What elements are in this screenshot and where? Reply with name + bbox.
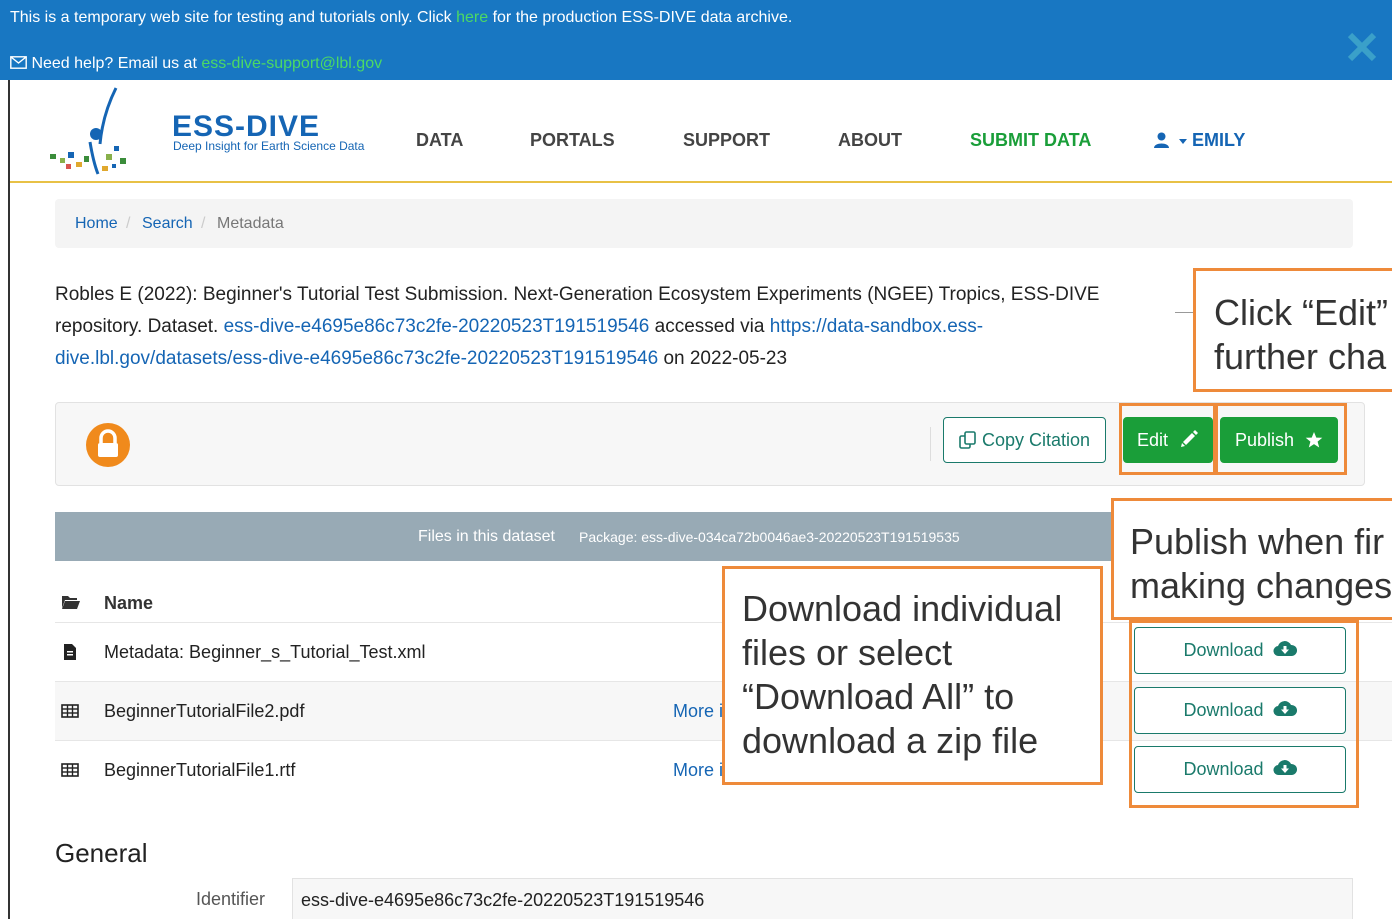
site-header: ESS-DIVE Deep Insight for Earth Science … (10, 80, 1392, 183)
identifier-field[interactable]: ess-dive-e4695e86c73c2fe-20220523T191519… (292, 878, 1353, 919)
callout-pointer (1175, 312, 1195, 313)
breadcrumb-current: Metadata (217, 215, 284, 232)
breadcrumb: Home / Search / Metadata (55, 199, 1353, 248)
file-name: Metadata: Beginner_s_Tutorial_Test.xml (104, 642, 426, 662)
edit-callout: Click “Edit” further cha (1193, 268, 1392, 392)
ess-dive-logo[interactable]: ESS-DIVE Deep Insight for Earth Science … (46, 84, 366, 180)
more-info-link[interactable]: More i (673, 701, 723, 722)
banner-help: Need help? Email us at ess-dive-support@… (10, 55, 382, 73)
copy-icon (959, 431, 976, 449)
identifier-label: Identifier (196, 889, 266, 909)
download-highlight (1129, 620, 1359, 808)
table-icon (61, 704, 79, 718)
support-email-link[interactable]: ess-dive-support@lbl.gov (201, 55, 382, 72)
file-name: BeginnerTutorialFile1.rtf (104, 760, 296, 780)
publish-callout: Publish when fir making changes (1111, 498, 1392, 620)
banner-notice: This is a temporary web site for testing… (10, 9, 793, 26)
user-icon (1154, 132, 1169, 148)
toolbar-divider (930, 427, 931, 461)
package-id: Package: ess-dive-034ca72b0046ae3-202205… (579, 529, 960, 545)
lock-icon (86, 423, 130, 467)
edit-highlight (1119, 403, 1216, 475)
nav-data[interactable]: DATA (416, 130, 463, 151)
publish-highlight (1215, 403, 1347, 475)
more-info-link[interactable]: More i (673, 760, 723, 781)
close-icon[interactable] (1345, 30, 1379, 64)
nav-submit-data[interactable]: SUBMIT DATA (970, 130, 1091, 151)
chevron-down-icon (1179, 139, 1188, 144)
window-edge (8, 80, 10, 919)
file-name: BeginnerTutorialFile2.pdf (104, 701, 305, 721)
breadcrumb-home[interactable]: Home (75, 215, 118, 233)
user-menu[interactable]: EMILY (1154, 130, 1245, 151)
logo-mark-icon (50, 87, 126, 175)
nav-portals[interactable]: PORTALS (530, 130, 615, 151)
copy-citation-button[interactable]: Copy Citation (943, 417, 1106, 463)
nav-about[interactable]: ABOUT (838, 130, 902, 151)
files-title: Files in this dataset (418, 528, 555, 545)
production-link[interactable]: here (456, 9, 488, 26)
general-section-title: General (55, 838, 148, 868)
logo-subtitle: Deep Insight for Earth Science Data (173, 139, 365, 153)
nav-support[interactable]: SUPPORT (683, 130, 770, 151)
dataset-citation: Robles E (2022): Beginner's Tutorial Tes… (55, 284, 1100, 369)
name-column-header[interactable]: Name (104, 593, 153, 614)
breadcrumb-separator: / (201, 215, 206, 232)
breadcrumb-search[interactable]: Search (142, 215, 193, 233)
folder-open-icon (62, 596, 80, 609)
download-callout: Download individual files or select “Dow… (722, 566, 1103, 785)
breadcrumb-separator: / (126, 215, 131, 232)
table-icon (61, 763, 79, 777)
citation-doi-link[interactable]: ess-dive-e4695e86c73c2fe-20220523T191519… (224, 316, 650, 337)
envelope-icon (10, 56, 27, 69)
file-icon (64, 644, 76, 660)
test-site-banner: This is a temporary web site for testing… (0, 0, 1392, 80)
